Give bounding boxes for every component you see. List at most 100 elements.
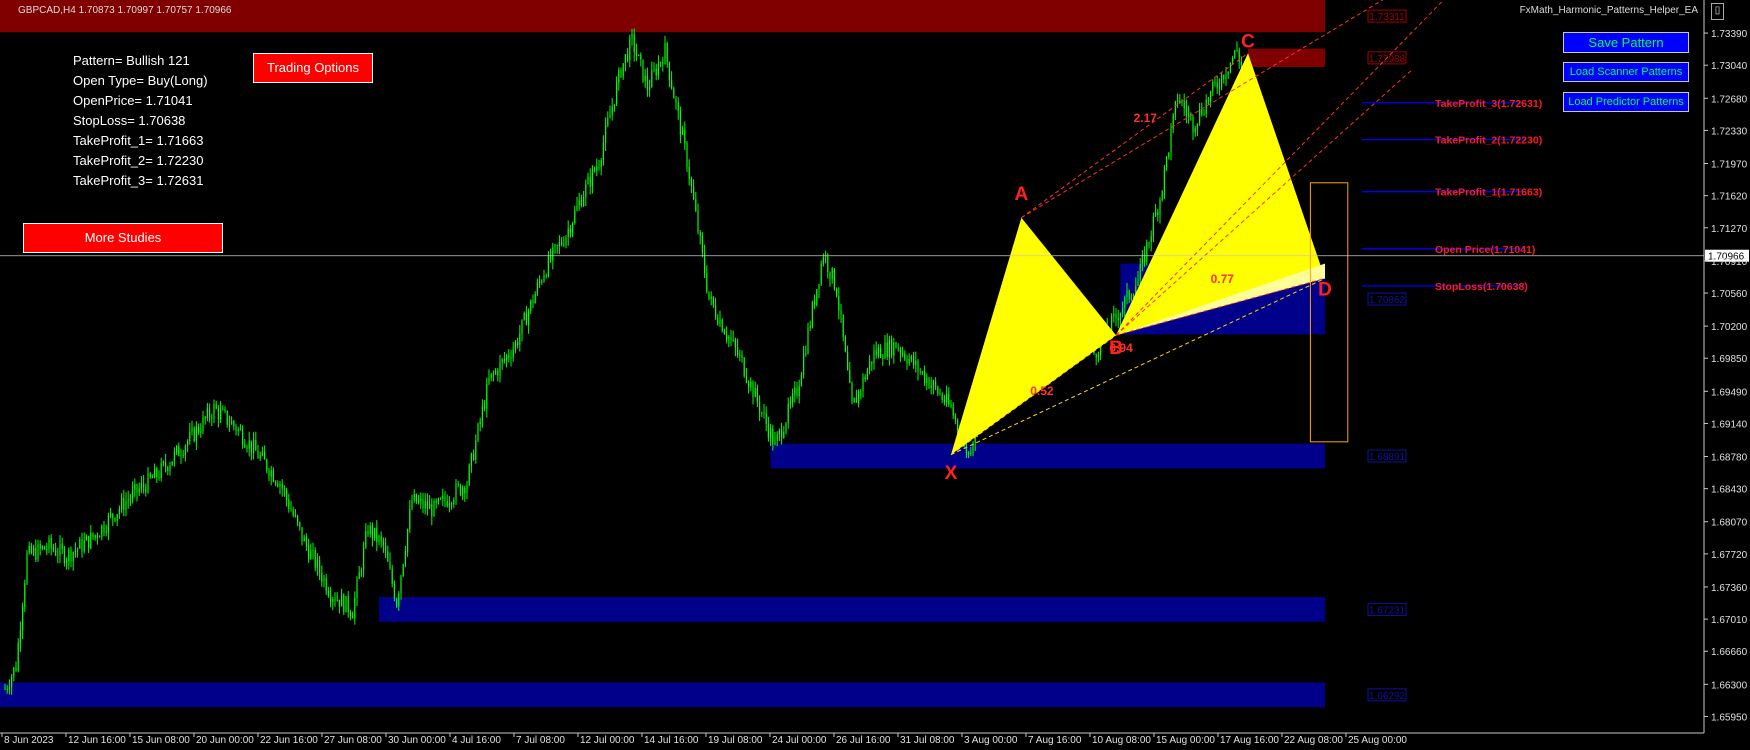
candle-body <box>671 79 673 89</box>
candle-body <box>90 532 92 549</box>
x-tick-label: 10 Aug 08:00 <box>1092 735 1151 746</box>
candle-body <box>772 428 774 445</box>
candle-body <box>389 561 391 569</box>
candle-body <box>598 166 600 168</box>
candle-body <box>609 114 611 119</box>
candle-body <box>44 546 46 550</box>
candle-body <box>756 387 758 402</box>
candle-body <box>499 362 501 376</box>
candle-body <box>545 275 547 277</box>
candle-body <box>147 473 149 493</box>
candle-body <box>367 531 369 535</box>
candle-body <box>627 54 629 61</box>
x-tick-label: 15 Jun 08:00 <box>132 735 190 746</box>
more-studies-button[interactable]: More Studies <box>23 223 223 253</box>
candle-body <box>257 450 259 459</box>
trade-levels: TakeProfit_3(1.72631) TakeProfit_2(1.7223… <box>0 98 1749 293</box>
y-tick-label: 1.71270 <box>1711 224 1748 235</box>
candle-body <box>11 676 13 688</box>
candle-body <box>457 484 459 486</box>
candle-body <box>836 289 838 296</box>
candle-body <box>629 38 631 61</box>
candle-body <box>620 69 622 77</box>
candle-body <box>695 199 697 211</box>
candle-body <box>356 578 358 598</box>
zone-blue-5 <box>0 682 1325 708</box>
trading-options-button[interactable]: Trading Options <box>253 53 373 83</box>
candle-body <box>697 210 699 232</box>
candle-body <box>517 342 519 345</box>
candle-body <box>96 535 98 538</box>
candle-body <box>807 328 809 354</box>
load-predictor-patterns-button[interactable]: Load Predictor Patterns <box>1563 92 1689 112</box>
candle-body <box>840 310 842 315</box>
zone-tag-5: 1.66292 <box>1369 691 1406 702</box>
candle-body <box>363 547 365 571</box>
candle-body <box>594 168 596 171</box>
candle-body <box>607 118 609 126</box>
candle-body <box>41 546 43 549</box>
candle-body <box>1188 114 1190 116</box>
candle-body <box>862 377 864 391</box>
candle-body <box>1137 279 1139 286</box>
candle-body <box>1218 87 1220 89</box>
candle-body <box>521 319 523 334</box>
candle-body <box>294 515 296 517</box>
candle-body <box>677 102 679 111</box>
candle-body <box>732 339 734 341</box>
candle-body <box>1177 100 1179 102</box>
candle-body <box>613 104 615 107</box>
candle-body <box>180 455 182 457</box>
candle-body <box>275 481 277 484</box>
candle-body <box>213 404 215 419</box>
candle-body <box>354 597 356 619</box>
candle-body <box>391 568 393 584</box>
candle-body <box>719 319 721 325</box>
candle-body <box>741 354 743 358</box>
candle-body <box>222 409 224 411</box>
candle-body <box>184 446 186 455</box>
candle-body <box>651 70 653 88</box>
candle-body <box>572 223 574 233</box>
candle-body <box>435 500 437 503</box>
candle-body <box>369 525 371 535</box>
candle-body <box>539 281 541 284</box>
symbol-info: GBPCAD,H4 1.70873 1.70997 1.70757 1.7096… <box>18 5 232 16</box>
candle-body <box>277 483 279 487</box>
candle-body <box>343 594 345 613</box>
point-label-c: C <box>1241 31 1255 52</box>
y-tick-label: 1.70200 <box>1711 322 1748 333</box>
candle-body <box>1210 91 1212 102</box>
candle-body <box>558 241 560 246</box>
candle-body <box>259 455 261 459</box>
save-pattern-button[interactable]: Save Pattern <box>1563 32 1689 53</box>
y-tick-label: 1.73040 <box>1711 61 1748 72</box>
candle-body <box>198 426 200 433</box>
candle-body <box>514 342 516 350</box>
candle-body <box>855 398 857 403</box>
candle-body <box>946 394 948 403</box>
candle-body <box>734 339 736 348</box>
candle-body <box>814 302 816 305</box>
candle-body <box>602 142 604 161</box>
candle-body <box>1119 313 1121 321</box>
candle-body <box>138 488 140 493</box>
candle-body <box>673 88 675 99</box>
candle-body <box>200 431 202 433</box>
candle-body <box>321 572 323 582</box>
candle-body <box>712 296 714 306</box>
y-tick-label: 1.68780 <box>1711 453 1748 464</box>
load-scanner-patterns-button[interactable]: Load Scanner Patterns <box>1563 62 1689 82</box>
close-icon[interactable]: ▯ <box>1711 3 1724 20</box>
x-tick-label: 24 Jul 00:00 <box>772 735 827 746</box>
expert-advisor-name: FxMath_Harmonic_Patterns_Helper_EA <box>1519 5 1698 16</box>
candle-body <box>314 549 316 568</box>
candle-body <box>721 319 723 332</box>
point-label-x: X <box>945 463 958 484</box>
candle-body <box>470 453 472 466</box>
candle-body <box>864 377 866 380</box>
price-chart[interactable]: 1.73311 1.72988 1.70862 1.68891 1.67231 1.662… <box>0 0 1750 750</box>
candle-body <box>173 451 175 462</box>
candle-body <box>1115 313 1117 318</box>
candle-body <box>136 484 138 493</box>
